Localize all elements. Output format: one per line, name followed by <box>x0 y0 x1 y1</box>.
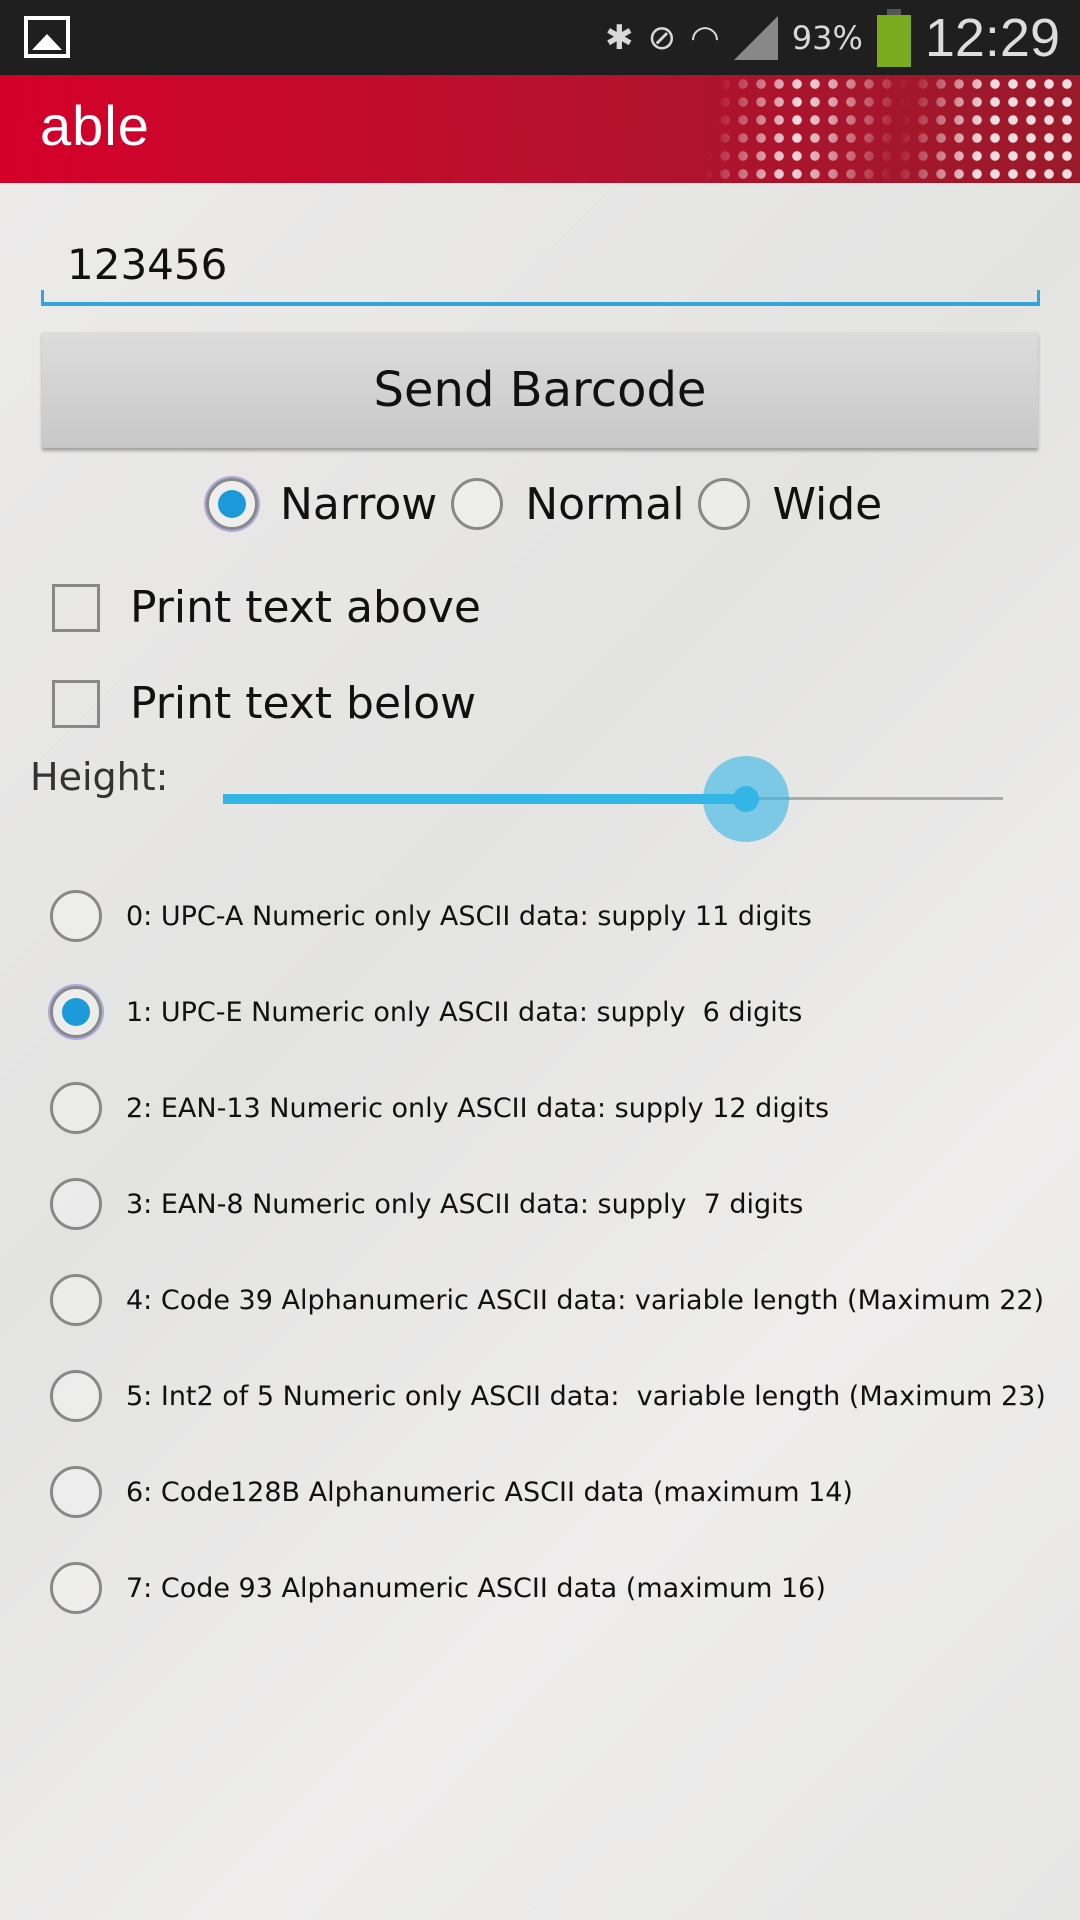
radio-label: Normal <box>525 478 685 530</box>
barcode-type-option[interactable]: 1: UPC-E Numeric only ASCII data: supply… <box>50 964 1046 1060</box>
checkbox-icon[interactable] <box>52 583 100 632</box>
radio-icon[interactable] <box>451 478 504 530</box>
wifi-icon: ◠ <box>690 17 720 58</box>
barcode-input[interactable]: 123456 <box>41 230 1040 306</box>
radio-icon[interactable] <box>206 478 258 530</box>
checkbox-label: Print text below <box>130 678 477 729</box>
checkbox-print-text-above[interactable]: Print text above <box>52 582 481 633</box>
radio-icon[interactable] <box>50 890 102 942</box>
option-label: 6: Code128B Alphanumeric ASCII data (max… <box>126 1476 853 1508</box>
send-barcode-button[interactable]: Send Barcode <box>42 332 1038 448</box>
option-label: 0: UPC-A Numeric only ASCII data: supply… <box>126 900 812 932</box>
barcode-type-option[interactable]: 2: EAN-13 Numeric only ASCII data: suppl… <box>50 1060 1046 1156</box>
radio-icon[interactable] <box>50 1178 102 1230</box>
checkbox-print-text-below[interactable]: Print text below <box>52 678 476 729</box>
barcode-type-option[interactable]: 7: Code 93 Alphanumeric ASCII data (maxi… <box>50 1540 1046 1636</box>
option-label: 2: EAN-13 Numeric only ASCII data: suppl… <box>126 1092 830 1124</box>
status-bar: ✱ ⊘ ◠ 93% 12:29 <box>0 0 1080 75</box>
header-decoration <box>680 75 1080 183</box>
clock: 12:29 <box>924 7 1060 68</box>
gallery-icon <box>24 16 70 58</box>
barcode-type-option[interactable]: 4: Code 39 Alphanumeric ASCII data: vari… <box>50 1252 1046 1348</box>
radio-normal[interactable]: Normal <box>451 478 684 530</box>
battery-icon <box>876 8 911 67</box>
radio-label: Wide <box>772 478 883 530</box>
slider-fill <box>223 794 746 804</box>
height-label: Height: <box>30 755 169 799</box>
barcode-type-option[interactable]: 3: EAN-8 Numeric only ASCII data: supply… <box>50 1156 1046 1252</box>
radio-icon[interactable] <box>698 478 751 530</box>
width-radio-group: Narrow Normal Wide <box>206 478 896 530</box>
able-logo: able <box>40 94 150 157</box>
option-label: 7: Code 93 Alphanumeric ASCII data (maxi… <box>126 1572 826 1604</box>
option-label: 4: Code 39 Alphanumeric ASCII data: vari… <box>126 1284 1045 1316</box>
bluetooth-icon: ✱ <box>605 17 634 58</box>
option-label: 1: UPC-E Numeric only ASCII data: supply… <box>126 996 803 1028</box>
app-header: able <box>0 75 1080 183</box>
battery-percent: 93% <box>791 18 863 57</box>
barcode-type-list: 0: UPC-A Numeric only ASCII data: supply… <box>50 868 1046 1636</box>
height-slider[interactable] <box>223 756 1003 842</box>
barcode-type-option[interactable]: 0: UPC-A Numeric only ASCII data: supply… <box>50 868 1046 964</box>
option-label: 5: Int2 of 5 Numeric only ASCII data: va… <box>126 1380 1046 1412</box>
barcode-type-option[interactable]: 5: Int2 of 5 Numeric only ASCII data: va… <box>50 1348 1046 1444</box>
radio-icon[interactable] <box>50 986 102 1038</box>
radio-wide[interactable]: Wide <box>698 478 882 530</box>
radio-icon[interactable] <box>50 1562 102 1614</box>
radio-icon[interactable] <box>50 1082 102 1134</box>
radio-narrow[interactable]: Narrow <box>206 478 437 530</box>
slider-thumb[interactable] <box>702 756 789 842</box>
option-label: 3: EAN-8 Numeric only ASCII data: supply… <box>126 1188 804 1220</box>
mute-vibrate-icon: ⊘ <box>647 17 677 58</box>
radio-label: Narrow <box>280 478 438 530</box>
checkbox-label: Print text above <box>130 582 481 633</box>
checkbox-icon[interactable] <box>52 679 100 728</box>
radio-icon[interactable] <box>50 1466 102 1518</box>
signal-icon <box>733 15 778 60</box>
radio-icon[interactable] <box>50 1370 102 1422</box>
radio-icon[interactable] <box>50 1274 102 1326</box>
barcode-type-option[interactable]: 6: Code128B Alphanumeric ASCII data (max… <box>50 1444 1046 1540</box>
